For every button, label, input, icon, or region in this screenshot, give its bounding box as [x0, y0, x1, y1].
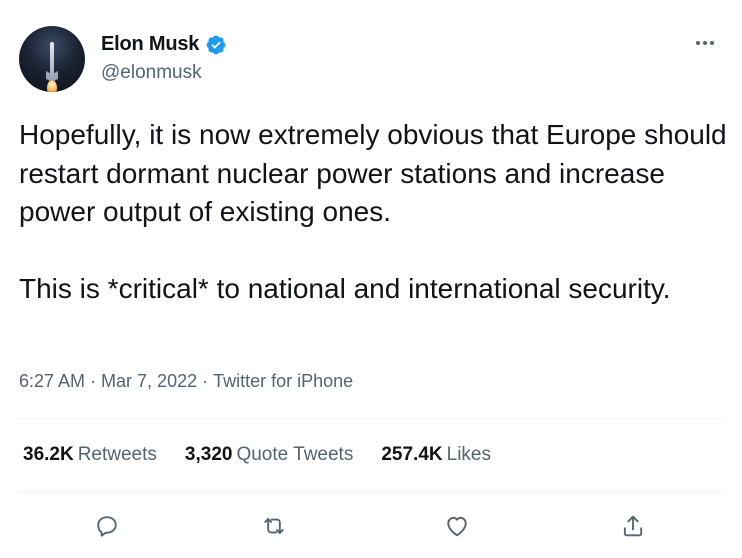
more-horizontal-icon [696, 41, 700, 45]
like-button[interactable] [437, 506, 477, 546]
likes-stat[interactable]: 257.4K Likes [381, 444, 491, 466]
retweet-icon [264, 518, 284, 534]
divider [19, 491, 722, 492]
tweet-stats: 36.2K Retweets 3,320 Quote Tweets 257.4K Li… [23, 444, 491, 466]
share-icon [623, 515, 643, 537]
tweet-paragraph-2: This is *critical* to national and inter… [19, 272, 671, 304]
meta-separator: · [202, 371, 209, 391]
retweets-stat[interactable]: 36.2K Retweets [23, 444, 157, 466]
retweets-label: Retweets [77, 444, 157, 465]
tweet-source[interactable]: Twitter for iPhone [213, 371, 353, 391]
avatar[interactable] [19, 26, 85, 92]
meta-separator: · [90, 371, 97, 391]
verified-badge-icon [206, 35, 226, 54]
reply-button[interactable] [87, 506, 127, 546]
share-button[interactable] [613, 506, 653, 546]
author-name[interactable]: Elon Musk [101, 33, 199, 56]
tweet-card: Elon Musk @elonmusk Hopefully, it is now… [0, 0, 742, 558]
author-handle[interactable]: @elonmusk [101, 62, 202, 84]
retweet-button[interactable] [254, 506, 294, 546]
tweet-text: Hopefully, it is now extremely obvious t… [19, 116, 729, 308]
quote-tweets-label: Quote Tweets [236, 444, 354, 465]
tweet-date[interactable]: Mar 7, 2022 [101, 371, 197, 391]
author-name-row: Elon Musk [101, 33, 227, 56]
tweet-paragraph-1: Hopefully, it is now extremely obvious t… [19, 119, 727, 227]
divider [19, 418, 722, 419]
quote-tweets-count: 3,320 [184, 444, 233, 465]
heart-icon [447, 516, 467, 537]
more-options-button[interactable] [692, 36, 718, 50]
retweets-count: 36.2K [23, 444, 74, 465]
likes-count: 257.4K [381, 444, 443, 465]
reply-icon [97, 516, 117, 537]
tweet-actions [0, 506, 742, 546]
quote-tweets-stat[interactable]: 3,320 Quote Tweets [185, 444, 353, 466]
rocket-flame-graphic [47, 80, 57, 92]
tweet-time[interactable]: 6:27 AM [19, 371, 85, 391]
likes-label: Likes [446, 444, 491, 465]
tweet-meta: 6:27 AM · Mar 7, 2022 · Twitter for iPhone [19, 371, 353, 392]
